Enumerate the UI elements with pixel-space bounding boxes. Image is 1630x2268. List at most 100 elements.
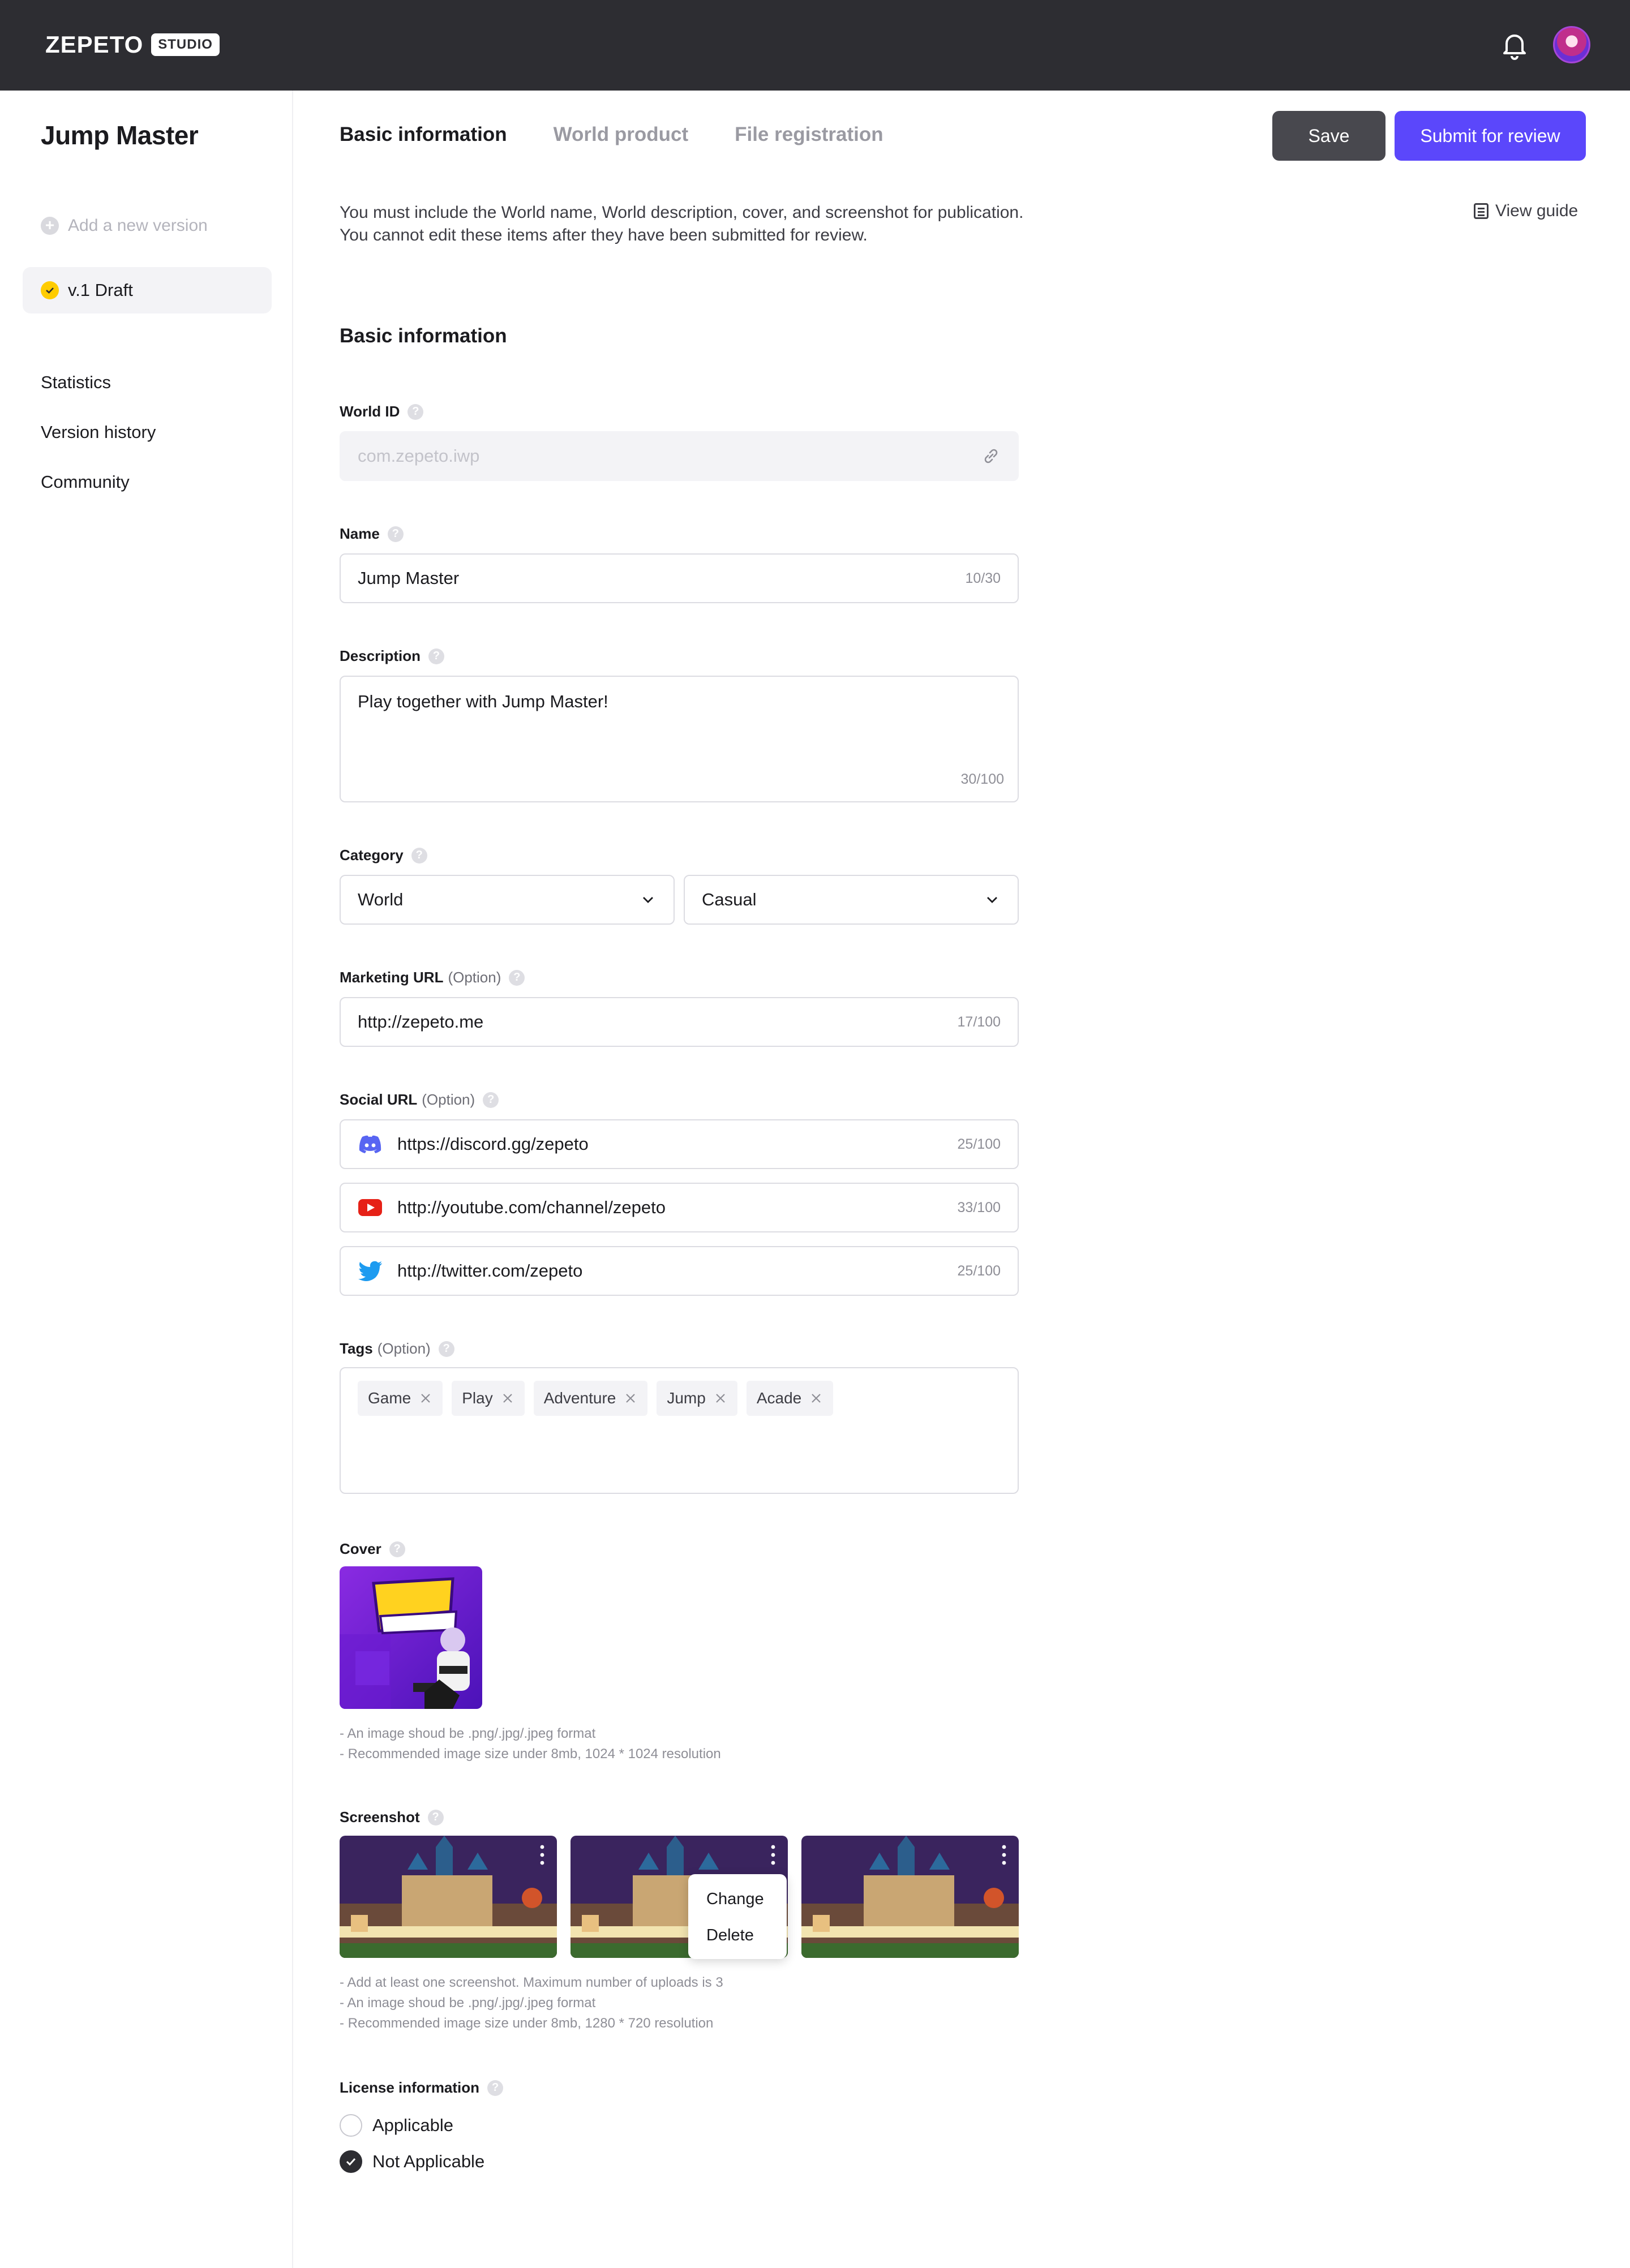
tag-chip: Play: [452, 1381, 525, 1416]
add-version-button[interactable]: + Add a new version: [41, 216, 208, 235]
cover-label: Cover ?: [340, 1540, 405, 1558]
marketing-url-label-text: Marketing URL: [340, 969, 444, 986]
section-title: Basic information: [340, 325, 507, 347]
tag-chip: Game: [358, 1381, 443, 1416]
category-secondary-value: Casual: [702, 890, 757, 909]
menu-item-change[interactable]: Change: [688, 1881, 787, 1917]
tag-label: Acade: [756, 1389, 802, 1407]
description-textarea[interactable]: Play together with Jump Master! 30/100: [340, 676, 1019, 802]
close-icon[interactable]: [419, 1391, 432, 1405]
screenshot-hint-format: - An image shoud be .png/.jpg/.jpeg form…: [340, 1995, 596, 2011]
document-icon: [1474, 203, 1489, 219]
help-icon[interactable]: ?: [487, 2080, 504, 2096]
help-icon[interactable]: ?: [387, 526, 404, 542]
close-icon[interactable]: [624, 1391, 637, 1405]
option-tag: (Option): [422, 1091, 475, 1108]
more-vertical-icon[interactable]: [771, 1844, 775, 1866]
help-icon[interactable]: ?: [408, 403, 424, 420]
twitter-url-value: http://twitter.com/zepeto: [397, 1261, 583, 1281]
screenshot-thumbnail[interactable]: [340, 1836, 557, 1958]
sidebar-item-statistics[interactable]: Statistics: [41, 372, 156, 393]
radio-button[interactable]: [340, 2114, 362, 2137]
screenshot-thumbnail[interactable]: [801, 1836, 1019, 1958]
marketing-url-char-count: 17/100: [957, 1013, 1001, 1030]
category-primary-value: World: [358, 890, 404, 909]
twitter-icon: [358, 1258, 383, 1283]
more-vertical-icon[interactable]: [540, 1844, 544, 1866]
plus-icon: +: [41, 217, 59, 235]
license-label-text: License information: [340, 2079, 480, 2096]
license-label: License information ?: [340, 2079, 504, 2097]
marketing-url-input[interactable]: http://zepeto.me 17/100: [340, 997, 1019, 1047]
view-guide-link[interactable]: View guide: [1474, 201, 1578, 221]
discord-url-value: https://discord.gg/zepeto: [397, 1134, 589, 1154]
category-label-text: Category: [340, 847, 404, 864]
license-option-label: Not Applicable: [372, 2151, 485, 2171]
bell-icon[interactable]: [1499, 29, 1530, 61]
description-value: Play together with Jump Master!: [358, 691, 608, 711]
save-button[interactable]: Save: [1272, 111, 1386, 161]
name-input[interactable]: Jump Master 10/30: [340, 553, 1019, 603]
logo-badge: STUDIO: [151, 33, 220, 56]
screenshot-label: Screenshot ?: [340, 1809, 444, 1826]
cover-hint: - An image shoud be .png/.jpg/.jpeg form…: [340, 1724, 721, 1764]
option-tag: (Option): [448, 969, 501, 986]
discord-url-char-count: 25/100: [957, 1136, 1001, 1152]
radio-button-checked[interactable]: [340, 2150, 362, 2173]
help-icon[interactable]: ?: [411, 847, 427, 864]
more-vertical-icon[interactable]: [1002, 1844, 1006, 1866]
notice-line-1: You must include the World name, World d…: [340, 203, 1024, 222]
sidebar-item-community[interactable]: Community: [41, 472, 156, 492]
submit-for-review-button[interactable]: Submit for review: [1395, 111, 1586, 161]
tab-bar: Basic information World product File reg…: [340, 123, 883, 146]
world-id-value: com.zepeto.iwp: [358, 446, 480, 466]
help-icon[interactable]: ?: [428, 648, 445, 664]
marketing-url-label: Marketing URL (Option) ?: [340, 969, 525, 986]
name-label-text: Name: [340, 525, 380, 542]
tag-chip: Jump: [657, 1381, 737, 1416]
tag-chip: Acade: [746, 1381, 834, 1416]
help-icon[interactable]: ?: [483, 1092, 499, 1108]
close-icon[interactable]: [501, 1391, 514, 1405]
twitter-url-input[interactable]: http://twitter.com/zepeto 25/100: [340, 1246, 1019, 1296]
youtube-icon: [358, 1195, 383, 1220]
youtube-url-input[interactable]: http://youtube.com/channel/zepeto 33/100: [340, 1183, 1019, 1232]
link-icon[interactable]: [981, 446, 1001, 466]
world-id-field: com.zepeto.iwp: [340, 431, 1019, 481]
social-url-label-text: Social URL: [340, 1091, 418, 1108]
publication-notice: You must include the World name, World d…: [340, 201, 1023, 247]
close-icon[interactable]: [714, 1391, 727, 1405]
close-icon[interactable]: [809, 1391, 823, 1405]
tag-label: Adventure: [543, 1389, 616, 1407]
sidebar-item-version-history[interactable]: Version history: [41, 422, 156, 443]
menu-item-delete[interactable]: Delete: [688, 1917, 787, 1953]
help-icon[interactable]: ?: [438, 1341, 454, 1357]
option-tag: (Option): [377, 1340, 431, 1357]
name-value: Jump Master: [358, 568, 460, 588]
draft-status-icon: [41, 281, 59, 299]
avatar[interactable]: [1553, 26, 1590, 63]
version-item-v1-draft[interactable]: v.1 Draft: [23, 267, 272, 313]
license-option-applicable[interactable]: Applicable: [340, 2114, 453, 2137]
tags-input[interactable]: Game Play Adventure Jump Acade: [340, 1367, 1019, 1494]
tab-basic-information[interactable]: Basic information: [340, 123, 507, 146]
help-icon[interactable]: ?: [389, 1541, 405, 1557]
zepeto-studio-logo[interactable]: ZEPETO STUDIO: [45, 31, 220, 58]
help-icon[interactable]: ?: [509, 969, 525, 986]
category-secondary-select[interactable]: Casual: [684, 875, 1019, 925]
cover-hint-format: - An image shoud be .png/.jpg/.jpeg form…: [340, 1726, 596, 1741]
category-primary-select[interactable]: World: [340, 875, 675, 925]
screenshot-context-menu: Change Delete: [688, 1874, 787, 1959]
tab-file-registration[interactable]: File registration: [735, 123, 883, 146]
social-url-label: Social URL (Option) ?: [340, 1091, 499, 1109]
tab-world-product[interactable]: World product: [554, 123, 689, 146]
help-icon[interactable]: ?: [427, 1809, 444, 1825]
license-option-not-applicable[interactable]: Not Applicable: [340, 2150, 484, 2173]
screenshot-hint-size: - Recommended image size under 8mb, 1280…: [340, 2016, 714, 2031]
notice-line-2: You cannot edit these items after they h…: [340, 226, 868, 244]
discord-url-input[interactable]: https://discord.gg/zepeto 25/100: [340, 1119, 1019, 1169]
marketing-url-value: http://zepeto.me: [358, 1012, 484, 1032]
cover-label-text: Cover: [340, 1540, 381, 1557]
cover-image[interactable]: [340, 1566, 482, 1709]
tags-label-text: Tags: [340, 1340, 373, 1357]
